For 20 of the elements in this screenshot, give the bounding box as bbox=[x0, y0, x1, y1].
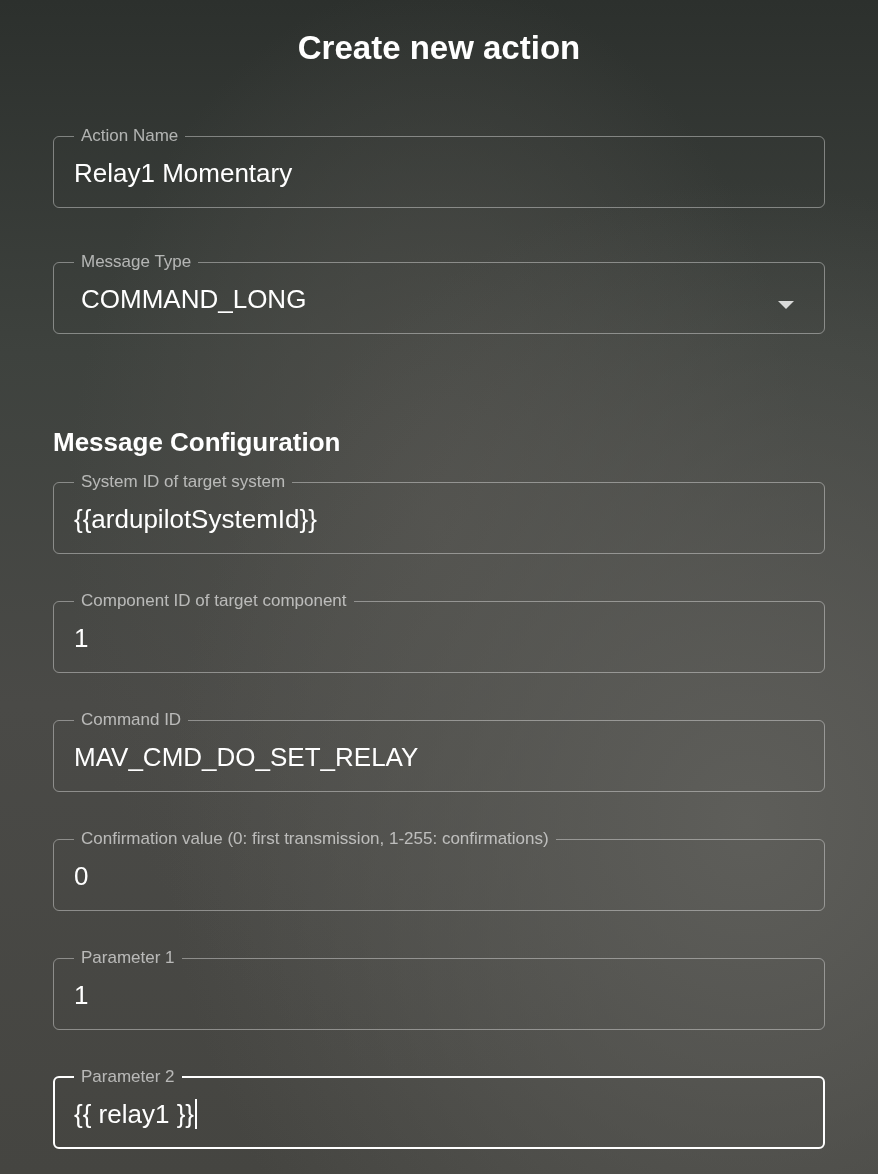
field-label: Component ID of target component bbox=[80, 591, 348, 611]
text-field[interactable]: Component ID of target component 1 bbox=[53, 591, 825, 673]
text-field[interactable]: Confirmation value (0: first transmission, 1-255: confirmations) 0 bbox=[53, 829, 825, 911]
text-field[interactable]: System ID of target system {{ardupilotSystemId}} bbox=[53, 472, 825, 554]
text-field[interactable]: Parameter 2 {{ relay1 }} bbox=[53, 1067, 825, 1149]
section-heading: Message Configuration bbox=[53, 426, 341, 458]
field-label: Message Type bbox=[80, 252, 193, 272]
text-field[interactable]: Command ID MAV_CMD_DO_SET_RELAY bbox=[53, 710, 825, 792]
field-label: Parameter 2 bbox=[80, 1067, 176, 1087]
field-label: Command ID bbox=[80, 710, 183, 730]
select-field[interactable]: Message Type COMMAND_LONG bbox=[53, 252, 825, 334]
text-cursor bbox=[195, 1099, 197, 1129]
caret-icon[interactable] bbox=[778, 301, 794, 309]
dialog-title: Create new action bbox=[297, 28, 581, 68]
field-label: System ID of target system bbox=[80, 472, 287, 492]
text-field[interactable]: Parameter 1 1 bbox=[53, 948, 825, 1030]
field-label: Parameter 1 bbox=[80, 948, 176, 968]
field-label: Action Name bbox=[80, 126, 180, 146]
field-label: Confirmation value (0: first transmission, 1-255: confirmations) bbox=[80, 829, 550, 849]
text-field[interactable]: Action Name Relay1 Momentary bbox=[53, 126, 825, 208]
